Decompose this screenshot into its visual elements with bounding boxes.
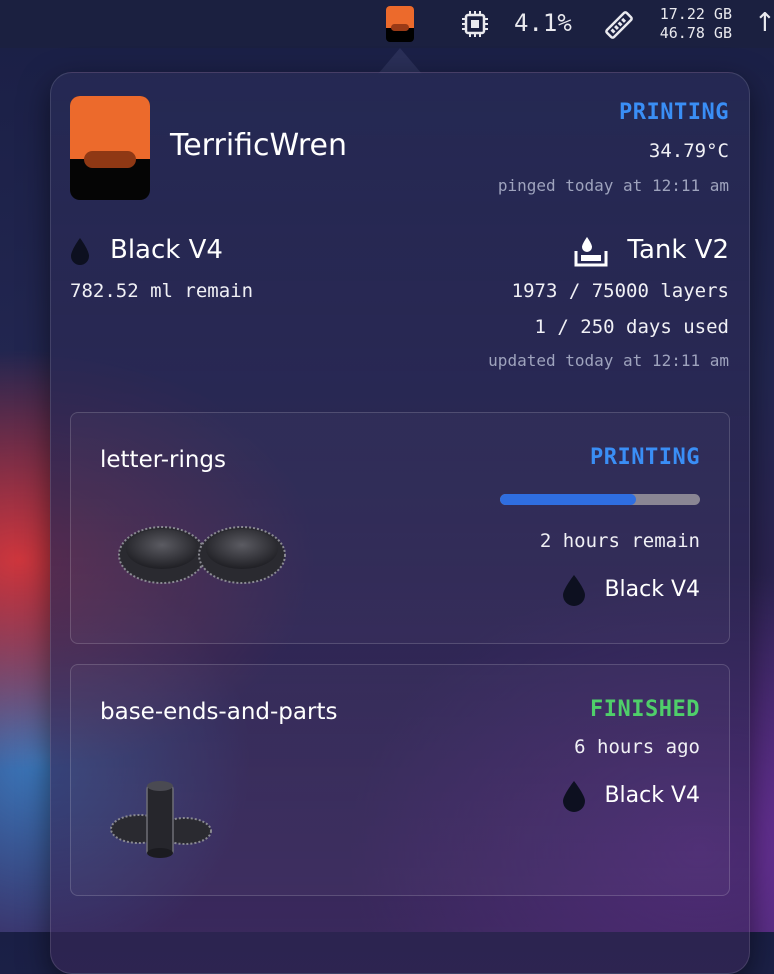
printer-status-badge: PRINTING (619, 100, 729, 125)
job-resin-name: Black V4 (604, 783, 700, 808)
up-arrow-icon[interactable]: ↑↓ (754, 8, 774, 38)
job-time-remaining: 2 hours remain (539, 530, 700, 552)
memory-used-text: 17.22 GB (659, 5, 732, 23)
printer-name: TerrificWren (170, 128, 348, 163)
job-name: base-ends-and-parts (100, 699, 338, 725)
print-job-card[interactable]: base-ends-and-parts FINISHED 6 hours ago… (70, 664, 730, 896)
popover-caret (378, 48, 422, 74)
job-status-badge: FINISHED (590, 697, 700, 722)
printer-pinged-time: pinged today at 12:11 am (497, 176, 729, 195)
printer-temperature: 34.79°C (648, 140, 729, 162)
cpu-chip-icon[interactable] (461, 10, 489, 38)
tank-layers: 1973 / 75000 layers (511, 280, 729, 302)
job-progress-bar (500, 494, 700, 505)
resin-tank-icon (574, 237, 608, 267)
cpu-usage-text[interactable]: 4.1% (514, 9, 572, 37)
resin-drop-icon (563, 781, 585, 812)
resin-drop-icon (563, 575, 585, 606)
part-thumbnail (118, 526, 286, 584)
part-thumbnail (110, 781, 212, 858)
resin-name: Black V4 (110, 235, 223, 265)
memory-free-text: 46.78 GB (659, 24, 732, 42)
job-finished-time: 6 hours ago (574, 736, 700, 758)
tank-updated-time: updated today at 12:11 am (488, 351, 729, 370)
formlabs-printer-icon[interactable] (386, 6, 414, 42)
tank-days-used: 1 / 250 days used (534, 316, 729, 338)
job-progress-fill (500, 494, 636, 505)
memory-stick-icon[interactable] (604, 10, 634, 40)
job-resin-name: Black V4 (604, 577, 700, 602)
resin-drop-icon (71, 238, 89, 265)
resin-remaining: 782.52 ml remain (70, 280, 254, 302)
job-name: letter-rings (100, 447, 227, 473)
tank-name: Tank V2 (627, 235, 729, 265)
memory-readout[interactable]: 17.22 GB 46.78 GB (652, 5, 732, 43)
printer-logo (70, 96, 150, 200)
menu-bar: 4.1% 17.22 GB 46.78 GB ↑↓ (0, 0, 774, 48)
job-status-badge: PRINTING (590, 445, 700, 470)
print-job-card[interactable]: letter-rings PRINTING 2 hours remain Bla… (70, 412, 730, 644)
